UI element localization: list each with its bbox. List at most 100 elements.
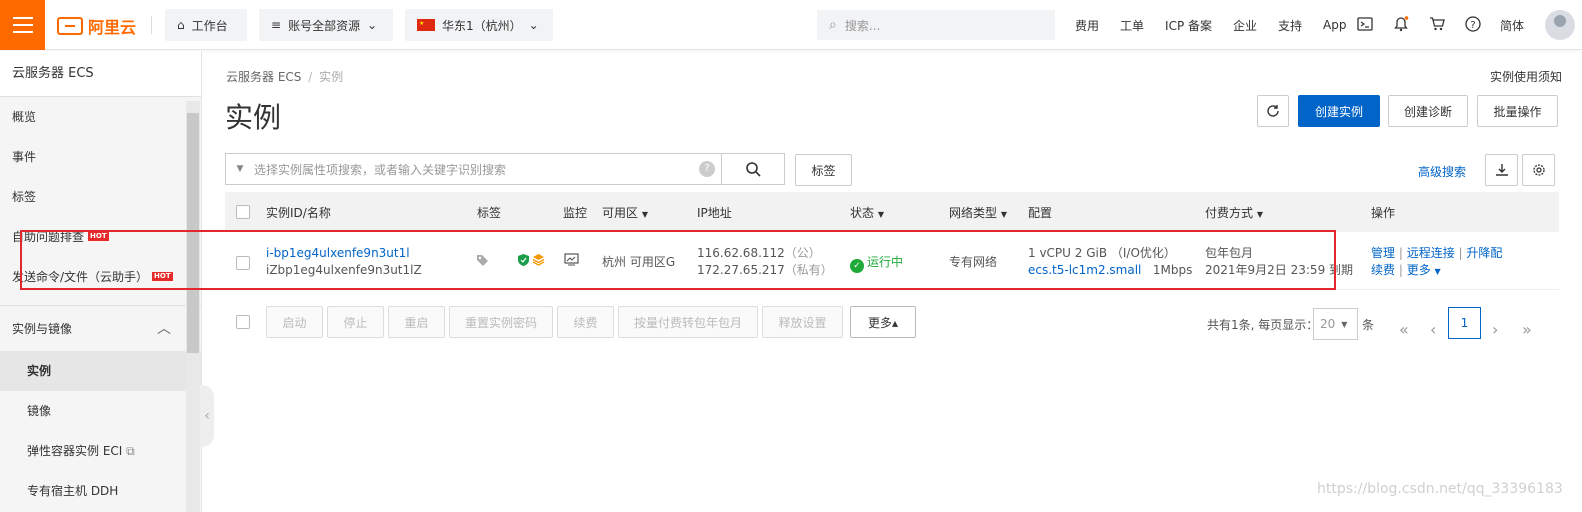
sidebar-item-images[interactable]: 镜像 — [0, 391, 201, 431]
language-switch[interactable]: 简体 — [1500, 17, 1524, 34]
bulk-more-button[interactable]: 更多▴ — [850, 306, 916, 338]
filter-placeholder: 选择实例属性项搜索，或者输入关键字识别搜索 — [254, 162, 507, 177]
help-icon[interactable]: ? — [1464, 15, 1482, 33]
search-button[interactable] — [721, 153, 785, 185]
more-label: 更多 — [1406, 263, 1431, 277]
breadcrumb-ecs[interactable]: 云服务器 ECS — [226, 70, 301, 84]
col-billing[interactable]: 付费方式 ▼ — [1205, 204, 1263, 221]
caret-down-icon: ▼ — [641, 210, 648, 219]
bell-icon[interactable] — [1392, 15, 1410, 33]
page-1-button[interactable]: 1 — [1448, 307, 1481, 339]
more-actions-dropdown[interactable]: 更多 ▼ — [1407, 263, 1441, 277]
refresh-button[interactable] — [1257, 95, 1289, 127]
sidebar-group-instances-images[interactable]: 实例与镜像 ︿ — [0, 305, 201, 351]
instance-id-link[interactable]: i-bp1eg4ulxenfe9n3ut1l — [266, 245, 422, 262]
remote-connect-link[interactable]: 远程连接 — [1407, 246, 1455, 260]
link-ticket[interactable]: 工单 — [1120, 17, 1144, 34]
last-page-icon[interactable]: » — [1522, 320, 1532, 339]
bulk-select-checkbox[interactable] — [236, 315, 250, 329]
sidebar-item-send-command[interactable]: 发送命令/文件（云助手） HOT — [0, 257, 201, 297]
region-dropdown[interactable]: ★ 华东1（杭州） ⌄ — [405, 9, 553, 41]
public-ip: 116.62.68.112 — [697, 246, 785, 260]
workbench-button[interactable]: ⌂ 工作台 — [165, 9, 247, 41]
config-summary: 1 vCPU 2 GiB （I/O优化） — [1028, 246, 1176, 260]
create-diagnosis-button[interactable]: 创建诊断 — [1388, 95, 1468, 127]
col-status[interactable]: 状态 ▼ — [850, 204, 884, 221]
sidebar-item-troubleshoot[interactable]: 自助问题排查 HOT — [0, 217, 201, 257]
chevron-up-icon: ︿ — [157, 321, 171, 337]
col-status-label: 状态 — [850, 206, 875, 220]
settings-button[interactable] — [1522, 154, 1555, 186]
resize-link[interactable]: 升降配 — [1466, 246, 1502, 260]
page-size-select[interactable]: 20 ▼ — [1313, 308, 1358, 340]
reset-password-button[interactable]: 重置实例密码 — [449, 306, 553, 338]
menu-icon[interactable] — [0, 0, 45, 50]
sidebar-item-label: 概览 — [12, 110, 37, 124]
scrollbar-thumb[interactable] — [187, 113, 199, 353]
resources-dropdown[interactable]: ≡ 账号全部资源 ⌄ — [259, 9, 393, 41]
first-page-icon[interactable]: « — [1399, 320, 1409, 339]
instance-help-link[interactable]: 实例使用须知 — [1490, 68, 1562, 85]
tag-filter-button[interactable]: 标签 — [795, 154, 852, 186]
download-button[interactable] — [1485, 154, 1518, 186]
sidebar-item-label: 事件 — [12, 150, 37, 164]
sidebar: 云服务器 ECS 概览 事件 标签 自助问题排查 HOT 发送命令/文件（云助手）… — [0, 51, 202, 512]
status-badge: ✓ 运行中 — [850, 254, 903, 273]
create-instance-button[interactable]: 创建实例 — [1298, 95, 1380, 127]
stop-button[interactable]: 停止 — [327, 306, 384, 338]
caret-down-icon: ▼ — [236, 164, 244, 174]
restart-button[interactable]: 重启 — [388, 306, 445, 338]
renew-button[interactable]: 续费 — [557, 306, 614, 338]
sidebar-item-eci[interactable]: 弹性容器实例 ECI ⧉ — [0, 431, 201, 471]
sidebar-item-tags[interactable]: 标签 — [0, 177, 201, 217]
question-icon[interactable]: ? — [699, 161, 715, 177]
instance-filter-input[interactable]: ▼ 选择实例属性项搜索，或者输入关键字识别搜索 ? — [225, 153, 722, 185]
select-all-checkbox[interactable] — [236, 205, 250, 219]
cart-icon[interactable] — [1428, 15, 1446, 33]
instance-spec-link[interactable]: ecs.t5-lc1m2.small — [1028, 263, 1141, 277]
row-checkbox[interactable] — [236, 256, 250, 270]
sidebar-item-ddh[interactable]: 专有宿主机 DDH — [0, 471, 201, 511]
avatar[interactable] — [1545, 10, 1575, 40]
external-link-icon: ⧉ — [126, 444, 135, 458]
link-icp[interactable]: ICP 备案 — [1165, 17, 1212, 34]
public-ip-tag: （公） — [784, 246, 821, 260]
sidebar-item-label: 发送命令/文件（云助手） — [12, 270, 149, 284]
prev-page-icon[interactable]: ‹ — [1430, 320, 1436, 339]
renew-link[interactable]: 续费 — [1371, 263, 1395, 277]
col-zone[interactable]: 可用区 ▼ — [602, 204, 648, 221]
batch-operations-button[interactable]: 批量操作 — [1477, 95, 1558, 127]
breadcrumb-current: 实例 — [319, 70, 344, 84]
sidebar-item-instances[interactable]: 实例 — [0, 351, 201, 391]
monitor-icon[interactable] — [564, 253, 579, 271]
tag-icon[interactable] — [476, 254, 489, 272]
sidebar-item-overview[interactable]: 概览 — [0, 97, 201, 137]
brand-name: 阿里云 — [88, 18, 137, 37]
link-billing[interactable]: 费用 — [1075, 17, 1099, 34]
shield-icon[interactable] — [517, 253, 530, 271]
home-icon: ⌂ — [177, 18, 185, 32]
sidebar-scrollbar[interactable] — [186, 101, 200, 512]
table-header: 实例ID/名称 标签 监控 可用区 ▼ IP地址 状态 ▼ 网络类型 ▼ 配置 … — [225, 192, 1559, 232]
page-title: 实例 — [225, 101, 282, 134]
global-search-input[interactable]: ⌕ 搜索... — [817, 10, 1055, 40]
aliyun-logo[interactable]: 阿里云 — [57, 14, 136, 38]
link-enterprise[interactable]: 企业 — [1233, 17, 1257, 34]
terminal-icon[interactable] — [1356, 15, 1374, 33]
hot-badge: HOT — [88, 232, 109, 241]
main-content: 云服务器 ECS / 实例 实例使用须知 实例 创建实例 创建诊断 批量操作 ▼… — [202, 51, 1582, 512]
convert-billing-button[interactable]: 按量付费转包年包月 — [618, 306, 758, 338]
link-app[interactable]: App — [1323, 18, 1346, 32]
caret-down-icon: ▼ — [1256, 210, 1263, 219]
caret-down-icon: ▼ — [877, 210, 884, 219]
layers-icon[interactable] — [532, 253, 545, 271]
check-circle-icon: ✓ — [850, 259, 864, 273]
release-settings-button[interactable]: 释放设置 — [762, 306, 843, 338]
start-button[interactable]: 启动 — [266, 306, 323, 338]
sidebar-item-events[interactable]: 事件 — [0, 137, 201, 177]
next-page-icon[interactable]: › — [1492, 320, 1498, 339]
link-support[interactable]: 支持 — [1278, 17, 1302, 34]
manage-link[interactable]: 管理 — [1371, 246, 1395, 260]
advanced-search-link[interactable]: 高级搜索 — [1418, 163, 1466, 180]
col-network[interactable]: 网络类型 ▼ — [949, 204, 1007, 221]
